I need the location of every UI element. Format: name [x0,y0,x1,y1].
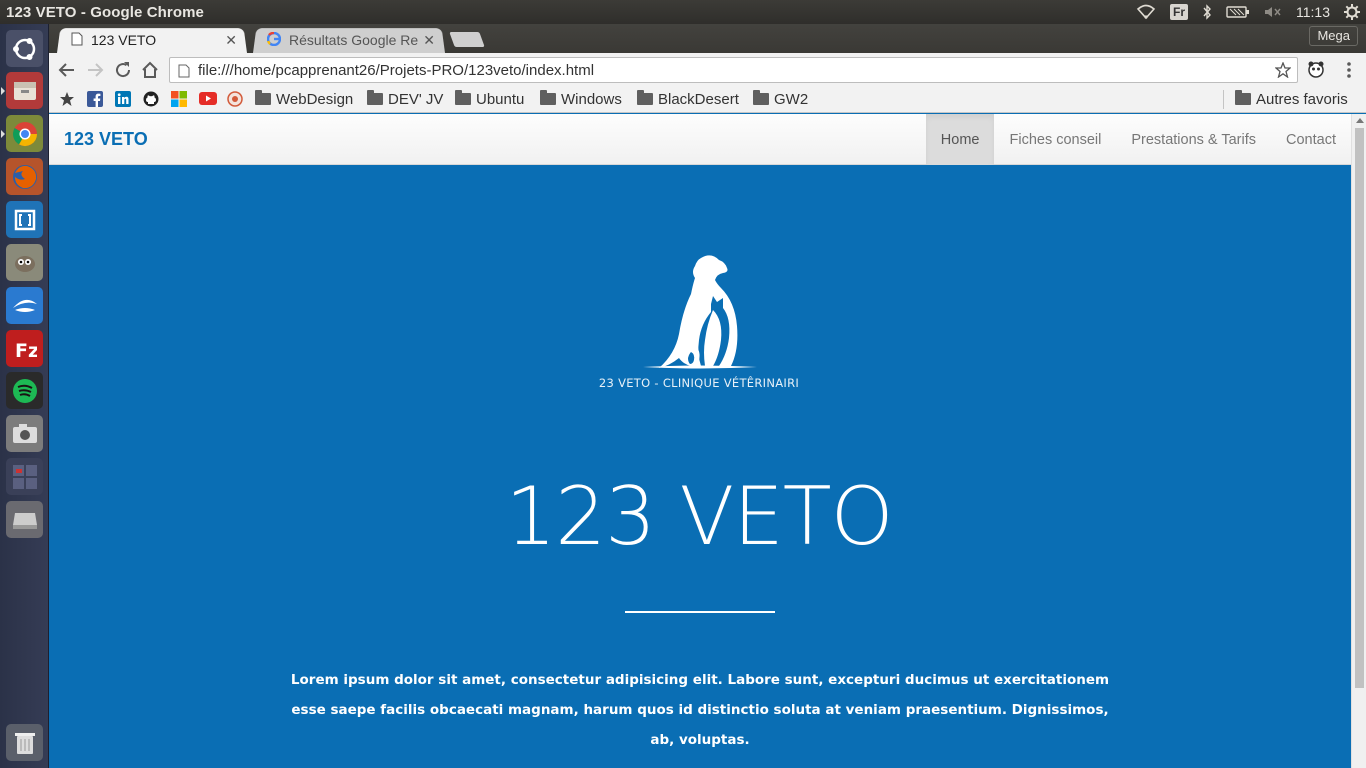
window-title: 123 VETO - Google Chrome [6,3,205,21]
filezilla-icon[interactable]: Fz [6,330,43,367]
bookmark-folder[interactable]: Ubuntu [455,90,524,108]
bluetooth-icon[interactable] [1202,4,1212,20]
clinic-logo [639,254,759,376]
hero-divider [625,611,775,613]
tab-label: Résultats Google Re [289,32,419,48]
app-launcher: Fz [0,24,49,768]
volume-muted-icon[interactable] [1264,5,1282,19]
scroll-up-arrow-icon[interactable] [1356,118,1364,123]
bookmark-folder[interactable]: WebDesign [255,90,353,108]
menu-item-prestations-tarifs[interactable]: Prestations & Tarifs [1116,114,1271,165]
address-bar[interactable]: file:///home/pcapprenant26/Projets-PRO/1… [169,57,1298,83]
spotify-icon[interactable] [6,372,43,409]
tab-google-results[interactable]: Résultats Google Re ✕ [253,27,445,53]
menu-item-fiches-conseil[interactable]: Fiches conseil [994,114,1116,165]
reload-icon[interactable] [114,61,132,79]
folder-icon [540,90,556,105]
folder-icon [637,90,653,105]
bookmark-folder-label: WebDesign [276,90,354,108]
close-tab-icon[interactable]: ✕ [225,32,237,49]
hero-title: 123 VETO [505,470,893,563]
bookmarks-bar: WebDesign DEV' JV Ubuntu Windows BlackDe… [49,86,1366,113]
wifi-icon[interactable] [1136,4,1156,20]
firefox-icon[interactable] [6,158,43,195]
microsoft-icon[interactable] [171,90,187,108]
menu-item-contact[interactable]: Contact [1271,114,1351,165]
home-icon[interactable] [141,61,159,79]
folder-icon [455,90,471,105]
page-scrollbar[interactable] [1351,114,1366,768]
svg-text:Fz: Fz [15,340,37,361]
youtube-icon[interactable] [199,90,217,108]
folder-icon [255,90,271,105]
system-tray: Fr 11:13 [1136,0,1360,24]
workspaces-icon[interactable] [6,458,43,495]
brackets-icon[interactable] [6,201,43,238]
bookmark-folder-label: Windows [561,90,622,108]
bookmark-star-icon[interactable] [1274,61,1292,82]
forward-arrow-icon[interactable] [86,61,104,79]
other-bookmarks-folder[interactable]: Autres favoris [1235,90,1348,108]
linkedin-icon[interactable] [115,90,131,108]
bookmark-folder-label: BlackDesert [658,90,739,108]
scrollbar-thumb[interactable] [1355,128,1364,688]
page-viewport: 123 VETO Home Fiches conseil Prestations… [49,114,1366,768]
battery-icon[interactable] [1226,5,1250,19]
close-tab-icon[interactable]: ✕ [423,32,435,49]
drive-icon[interactable] [6,501,43,538]
tab-123-veto[interactable]: 123 VETO ✕ [57,27,247,53]
menu-item-home[interactable]: Home [925,114,995,165]
keyboard-layout-indicator[interactable]: Fr [1170,4,1188,20]
top-panel: 123 VETO - Google Chrome Fr 11:13 [0,0,1366,24]
files-icon[interactable] [1,72,43,109]
site-navbar: 123 VETO Home Fiches conseil Prestations… [49,114,1351,165]
bookmark-folder[interactable]: BlackDesert [637,90,739,108]
github-icon[interactable] [143,90,159,108]
browser-toolbar: file:///home/pcapprenant26/Projets-PRO/1… [49,53,1366,86]
new-tab-button[interactable] [449,32,485,47]
chrome-icon[interactable] [1,115,43,152]
site-menu: Home Fiches conseil Prestations & Tarifs… [925,114,1351,165]
tab-label: 123 VETO [91,32,157,48]
hero-paragraph: Lorem ipsum dolor sit amet, consectetur … [290,672,1110,748]
gimp-icon[interactable] [6,244,43,281]
folder-icon [1235,90,1251,105]
menu-dots-icon[interactable] [1340,61,1358,79]
bookmark-star-icon[interactable] [59,90,75,108]
screenshot-icon[interactable] [6,415,43,452]
bookmark-folder-label: GW2 [774,90,809,108]
mega-extension-button[interactable]: Mega [1309,26,1358,46]
page-icon [178,63,190,82]
bookmark-folder[interactable]: DEV' JV [367,90,443,108]
trash-icon[interactable] [6,724,43,761]
folder-icon [753,90,769,105]
ubuntu-dash-icon[interactable] [6,30,43,67]
back-arrow-icon[interactable] [58,61,76,79]
bookmark-folder[interactable]: Windows [540,90,622,108]
bookmark-folder[interactable]: GW2 [753,90,808,108]
bookmarks-separator [1223,90,1224,109]
page-icon [71,32,83,49]
site-favicon-icon[interactable] [227,90,243,108]
site-brand-link[interactable]: 123 VETO [64,129,148,150]
settings-gear-icon[interactable] [1344,4,1360,20]
folder-icon [367,90,383,105]
other-bookmarks-label: Autres favoris [1256,90,1348,108]
thunderbird-icon[interactable] [6,287,43,324]
bookmark-folder-label: Ubuntu [476,90,525,108]
bookmark-folder-label: DEV' JV [388,90,444,108]
url-text: file:///home/pcapprenant26/Projets-PRO/1… [198,61,595,79]
logo-caption: 23 VETO - CLINIQUE VÉTÊRINAIRI [598,376,800,390]
facebook-icon[interactable] [87,90,103,108]
clock[interactable]: 11:13 [1296,4,1330,20]
tab-strip: 123 VETO ✕ Résultats Google Re ✕ Mega [49,24,1366,53]
extension-panda-icon[interactable] [1307,60,1325,78]
google-icon [266,31,282,49]
